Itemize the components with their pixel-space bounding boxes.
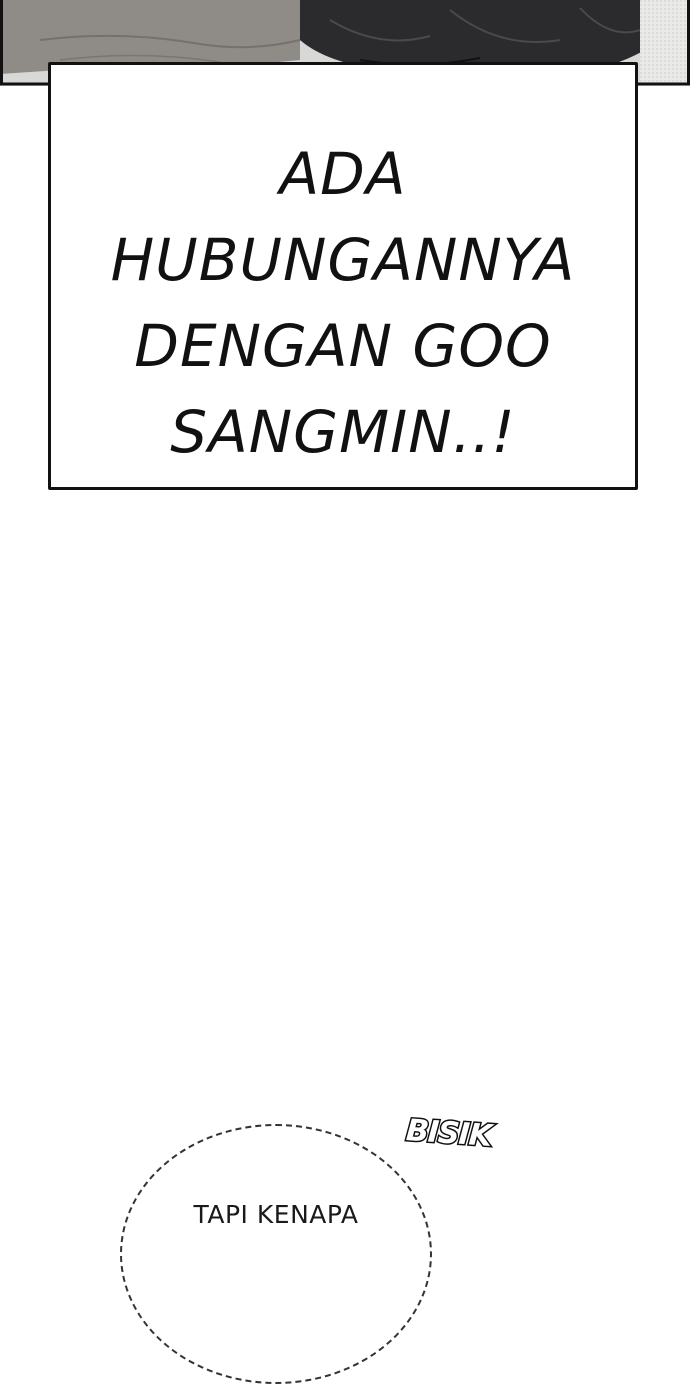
narration-caption-text: ADA HUBUNGANNYA DENGAN GOO SANGMIN..! xyxy=(110,140,576,466)
narration-caption-box: ADA HUBUNGANNYA DENGAN GOO SANGMIN..! xyxy=(48,62,638,490)
whisper-bubble-text: TAPI KENAPA xyxy=(193,1200,359,1229)
sound-effect-text: BISIK xyxy=(403,1112,493,1156)
whisper-speech-bubble: TAPI KENAPA xyxy=(120,1124,432,1384)
